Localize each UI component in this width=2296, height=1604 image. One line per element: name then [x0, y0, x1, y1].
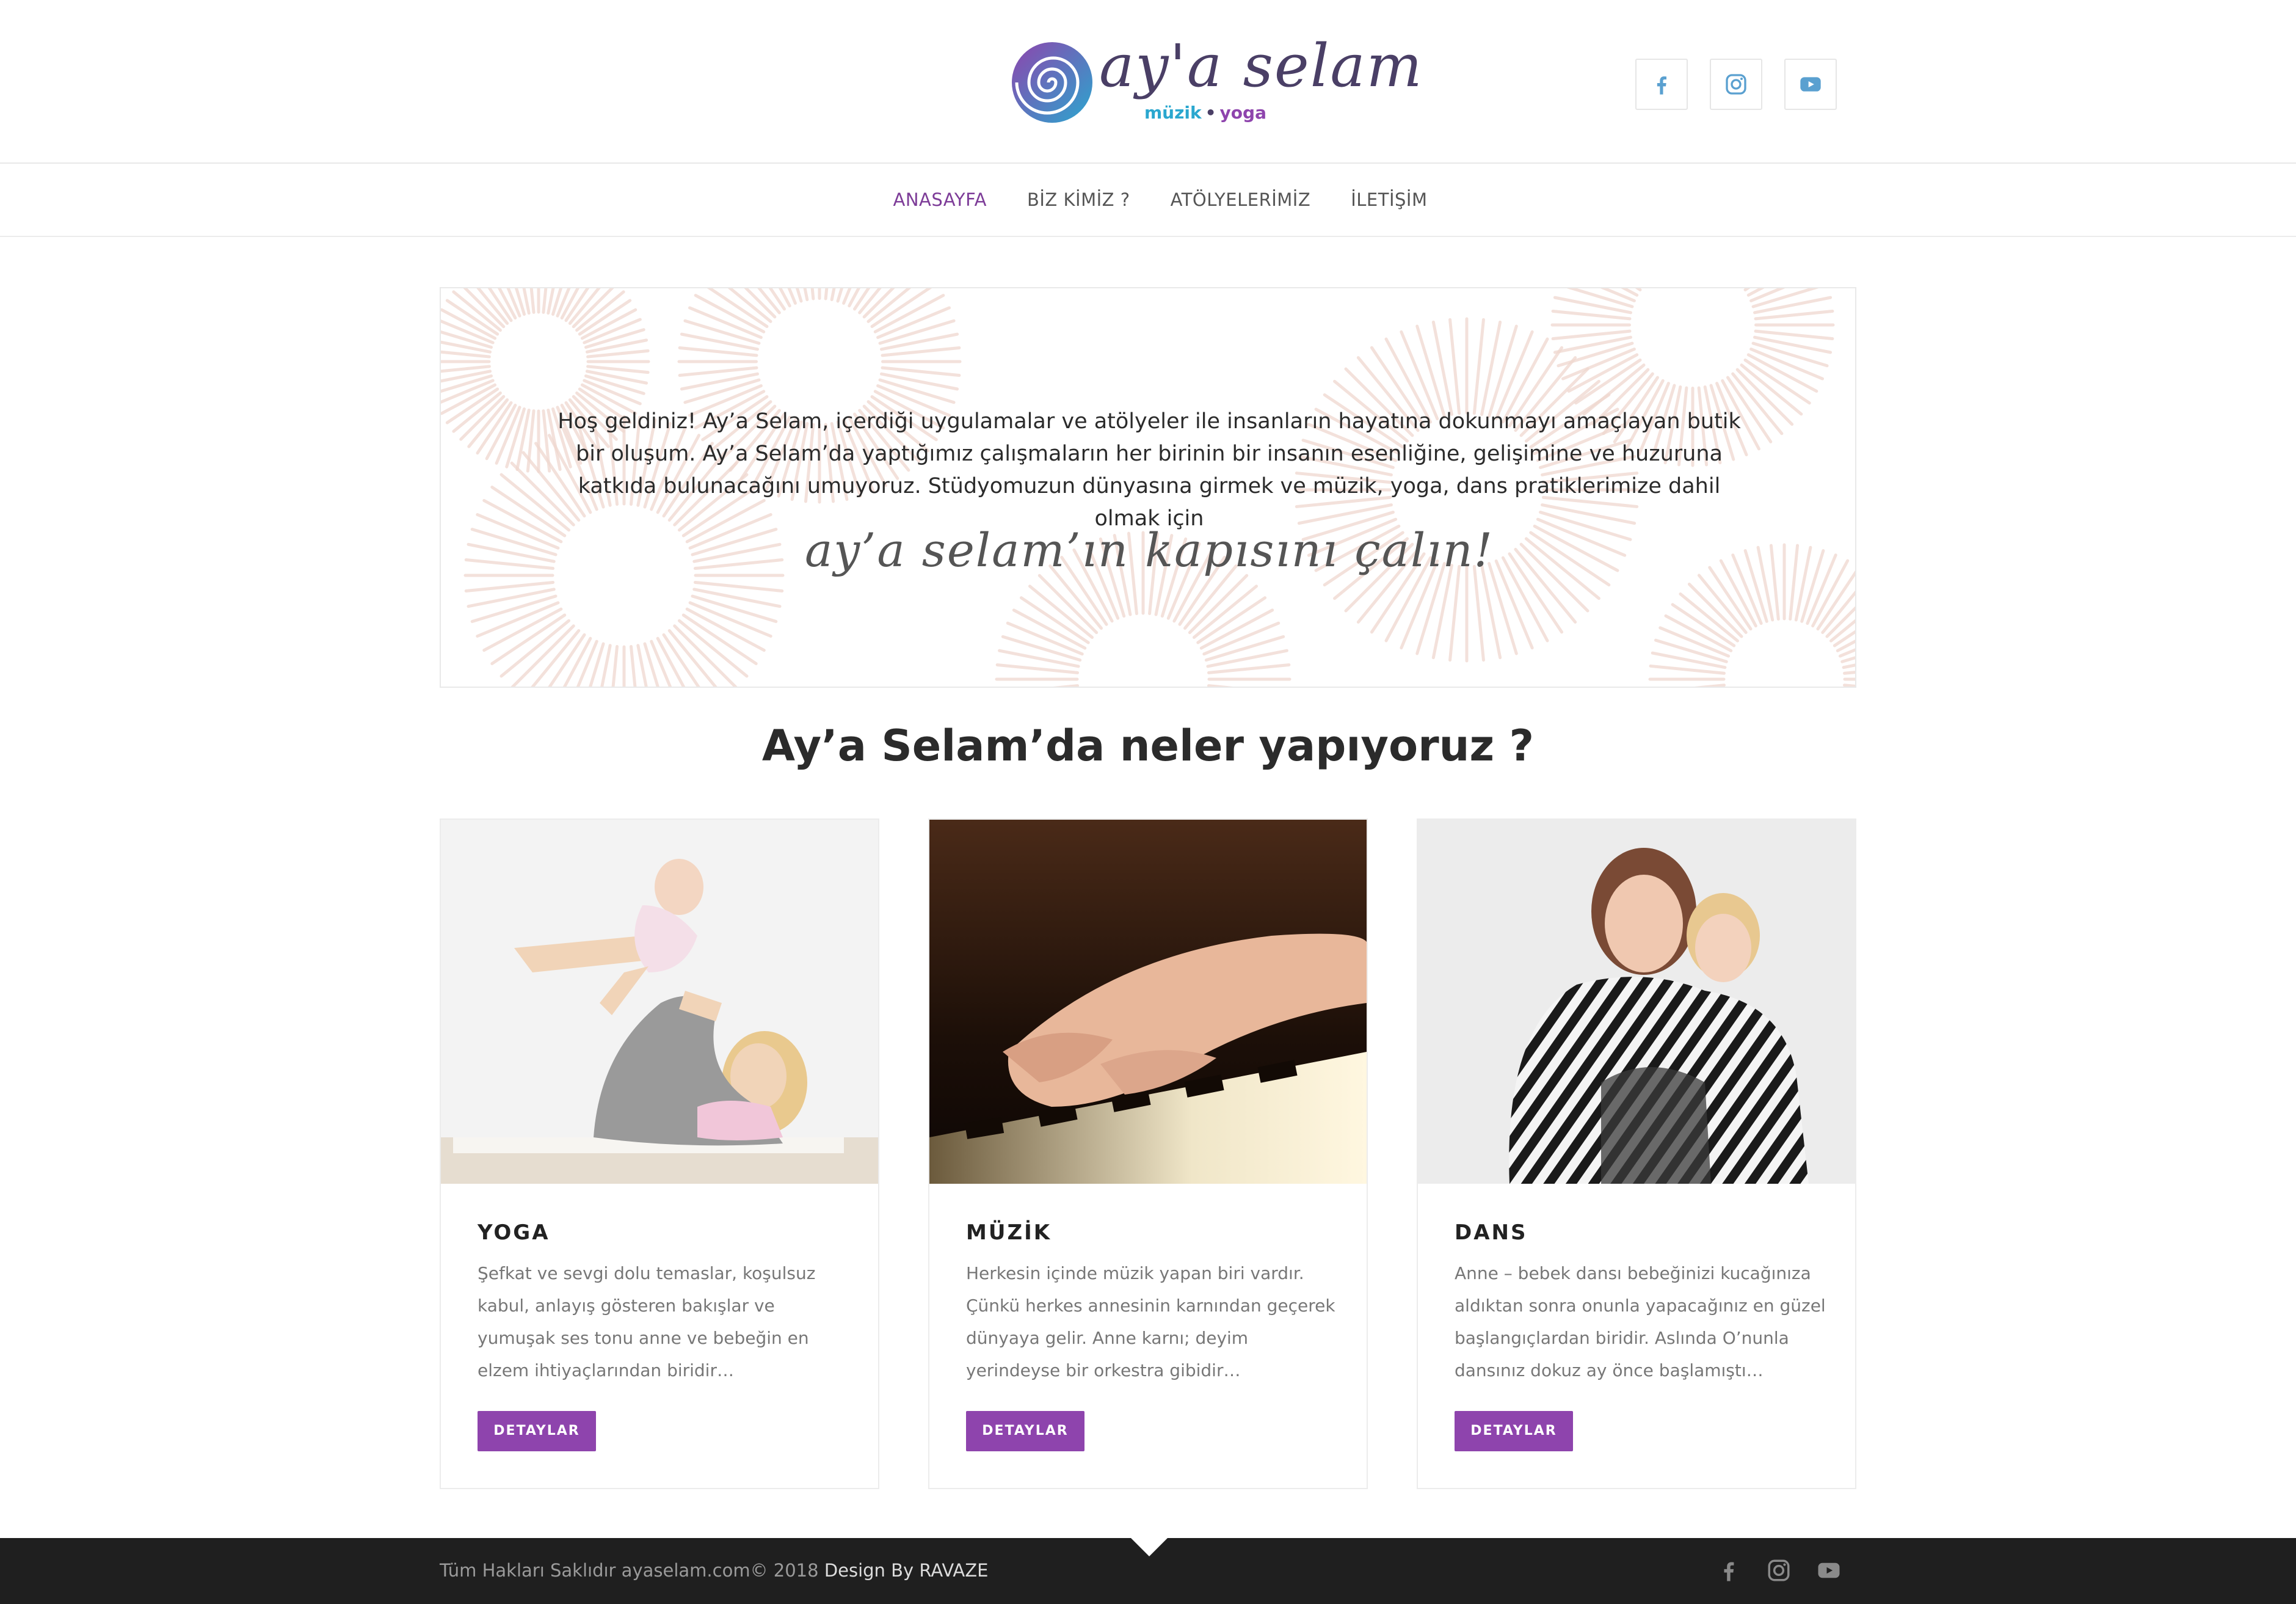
- welcome-text: Hoş geldiniz! Ay’a Selam, içerdiği uygul…: [558, 409, 1741, 531]
- piano-photo[interactable]: [929, 820, 1367, 1184]
- tagline-muzik: müzik: [1144, 103, 1202, 123]
- nav-item-atolyelerimiz[interactable]: ATÖLYELERİMİZ: [1171, 189, 1311, 210]
- card-description: Anne – bebek dansı bebeğinizi kucağınıza…: [1455, 1263, 1826, 1380]
- tagline-dot: •: [1205, 103, 1216, 123]
- section-title-strong: Ay’a Selam’da: [761, 721, 1105, 771]
- nav-item-anasayfa[interactable]: ANASAYFA: [893, 189, 986, 210]
- tagline-yoga: yoga: [1219, 103, 1266, 123]
- footer-social-links: [1716, 1558, 1842, 1583]
- yoga-photo-image: [441, 820, 878, 1184]
- logo-tagline: müzik • yoga: [1144, 103, 1266, 123]
- header-instagram-link[interactable]: [1710, 59, 1762, 110]
- piano-photo-image: [929, 820, 1367, 1184]
- card-yoga: YOGA Şefkat ve sevgi dolu temaslar, koşu…: [440, 818, 879, 1489]
- nav-item-iletisim[interactable]: İLETİŞİM: [1351, 189, 1427, 210]
- instagram-icon: [1726, 74, 1746, 95]
- dance-photo-image: [1418, 820, 1855, 1184]
- welcome-script-text: ay’a selam’ın kapısını çalın!: [804, 523, 1494, 577]
- site-header: ay'a selam müzik • yoga: [0, 0, 2296, 164]
- logo-wordmark: ay'a selam: [1099, 32, 1423, 100]
- copyright-text: Tüm Hakları Saklıdır ayaselam.com© 2018: [440, 1560, 824, 1581]
- youtube-icon[interactable]: [1816, 1558, 1842, 1583]
- facebook-icon: [1657, 76, 1666, 95]
- yoga-photo[interactable]: [441, 820, 878, 1184]
- instagram-icon[interactable]: [1766, 1558, 1792, 1583]
- spiral-logo-icon: [1012, 42, 1092, 123]
- details-button[interactable]: DETAYLAR: [966, 1411, 1084, 1451]
- main-nav: ANASAYFA BİZ KİMİZ ? ATÖLYELERİMİZ İLETİ…: [0, 165, 2296, 237]
- card-description: Şefkat ve sevgi dolu temaslar, koşulsuz …: [478, 1263, 816, 1380]
- header-social-links: [1635, 59, 1837, 110]
- nav-item-biz-kimiz[interactable]: BİZ KİMİZ ?: [1027, 189, 1130, 210]
- header-facebook-link[interactable]: [1635, 59, 1688, 110]
- card-muzik: MÜZİK Herkesin içinde müzik yapan biri v…: [928, 818, 1368, 1489]
- card-title: YOGA: [478, 1220, 550, 1245]
- card-description: Herkesin içinde müzik yapan biri vardır.…: [966, 1263, 1335, 1380]
- youtube-icon: [1800, 77, 1821, 92]
- card-dans: DANS Anne – bebek dansı bebeğinizi kucağ…: [1417, 818, 1856, 1489]
- welcome-banner: Hoş geldiniz! Ay’a Selam, içerdiği uygul…: [440, 287, 1856, 688]
- facebook-icon[interactable]: [1716, 1558, 1742, 1583]
- section-title-rest: neler yapıyoruz ?: [1105, 721, 1535, 771]
- header-youtube-link[interactable]: [1784, 59, 1837, 110]
- dance-photo[interactable]: [1418, 820, 1855, 1184]
- section-title: Ay’a Selam’da neler yapıyoruz ?: [0, 721, 2296, 771]
- details-button[interactable]: DETAYLAR: [1455, 1411, 1573, 1451]
- footer-notch: [1131, 1538, 1168, 1556]
- details-button[interactable]: DETAYLAR: [478, 1411, 596, 1451]
- site-logo[interactable]: ay'a selam müzik • yoga: [1008, 32, 1422, 132]
- card-title: DANS: [1455, 1220, 1528, 1245]
- footer-copyright: Tüm Hakları Saklıdır ayaselam.com© 2018 …: [440, 1560, 988, 1581]
- design-credit-link[interactable]: Design By RAVAZE: [824, 1560, 989, 1581]
- card-title: MÜZİK: [966, 1220, 1052, 1245]
